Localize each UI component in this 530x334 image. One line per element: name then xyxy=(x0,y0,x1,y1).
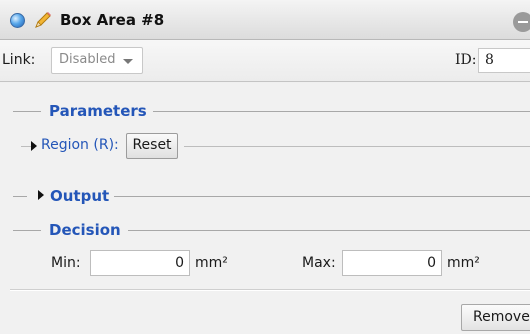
footer-divider xyxy=(10,289,530,291)
group-line xyxy=(128,230,530,231)
group-line xyxy=(184,146,530,147)
window-title: Box Area #8 xyxy=(60,11,165,29)
settings-panel xyxy=(0,83,530,334)
group-line xyxy=(153,111,530,112)
title-bar: Box Area #8 xyxy=(0,0,530,40)
remove-button[interactable]: Remove xyxy=(461,304,530,331)
max-label: Max: xyxy=(302,255,336,271)
reset-button[interactable]: Reset xyxy=(126,133,178,159)
group-line xyxy=(13,230,41,231)
max-unit: mm² xyxy=(447,255,480,271)
section-title-parameters: Parameters xyxy=(49,102,147,120)
min-label: Min: xyxy=(51,255,81,271)
region-label[interactable]: Region (R): xyxy=(41,137,119,153)
dropdown-arrow-icon xyxy=(123,59,133,64)
expand-arrow-icon[interactable] xyxy=(31,141,37,151)
id-label: ID: xyxy=(455,52,477,68)
id-input[interactable]: 8 xyxy=(478,48,530,73)
status-ball-icon xyxy=(10,13,25,28)
max-input[interactable]: 0 xyxy=(342,250,442,276)
group-line xyxy=(13,196,27,197)
section-title-decision: Decision xyxy=(49,221,121,239)
group-line xyxy=(114,196,530,197)
link-label: Link: xyxy=(2,52,36,68)
min-unit: mm² xyxy=(195,255,228,271)
section-title-output[interactable]: Output xyxy=(50,187,109,205)
expand-arrow-icon[interactable] xyxy=(38,190,44,200)
min-input[interactable]: 0 xyxy=(90,250,190,276)
collapse-icon[interactable] xyxy=(513,12,530,32)
group-line xyxy=(13,111,41,112)
link-select-value: Disabled xyxy=(59,52,116,67)
pencil-icon[interactable] xyxy=(33,10,53,30)
link-select[interactable]: Disabled xyxy=(51,47,143,74)
